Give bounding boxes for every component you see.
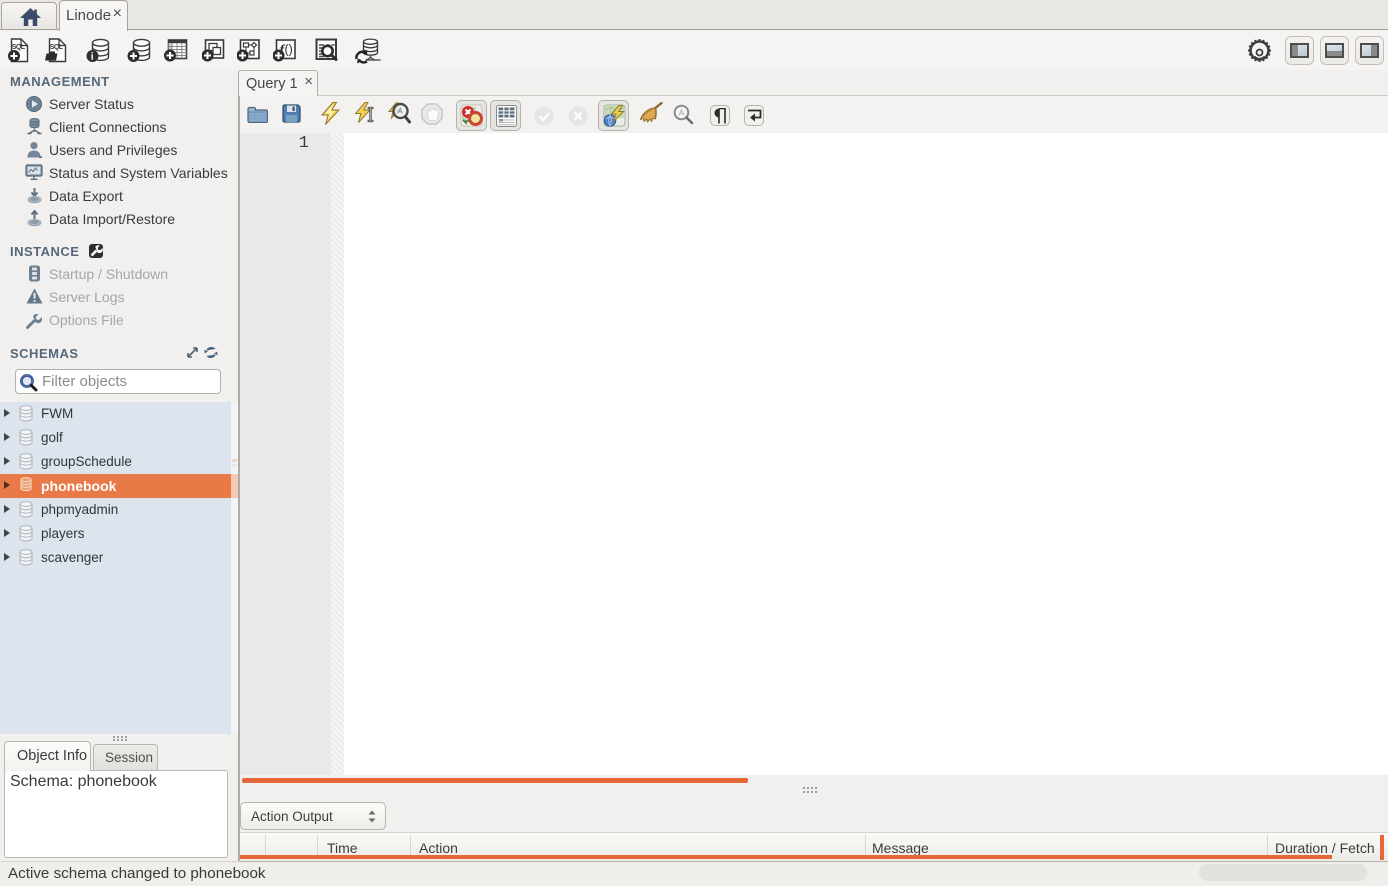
svg-text:(): () — [285, 43, 293, 57]
svg-text:SQL: SQL — [50, 44, 64, 51]
svg-text:i: i — [91, 52, 94, 63]
svg-text:SQL: SQL — [12, 44, 26, 51]
